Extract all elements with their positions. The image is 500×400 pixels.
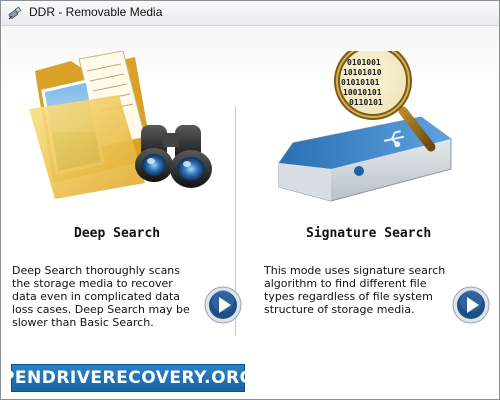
play-icon [204,286,242,324]
binary-line: 01010101 [341,78,380,87]
deep-search-play-button[interactable] [204,286,242,324]
binary-line: 10101010 [343,68,382,77]
brand-banner: PENDRIVERECOVERY.ORG [2,364,254,392]
usb-plug-icon [7,5,23,21]
main-content: 0101001 10101010 01010101 10010101 01101… [1,26,499,399]
title-bar: DDR - Removable Media [1,1,499,26]
signature-search-description: This mode uses signature search algorith… [264,264,446,316]
usb-drive-with-magnifier-icon: 0101001 10101010 01010101 10010101 01101… [271,42,466,216]
signature-search-title: Signature Search [306,226,432,241]
app-window: DDR - Removable Media 0101001 10101010 0… [0,0,500,400]
play-icon [452,286,490,324]
signature-search-play-button[interactable] [452,286,490,324]
deep-search-description: Deep Search thoroughly scans the storage… [12,264,190,329]
window-title: DDR - Removable Media [29,5,163,19]
binary-line: 0101001 [347,58,381,67]
binary-line: 0110101 [349,98,383,107]
binary-line: 10010101 [343,88,382,97]
folder-with-binoculars-icon [23,50,218,201]
deep-search-title: Deep Search [74,226,161,241]
